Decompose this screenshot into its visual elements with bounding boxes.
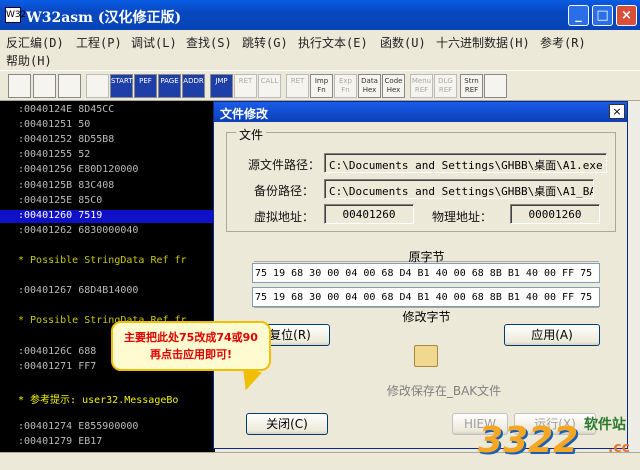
data-hex-icon[interactable]: Data Hex [358,74,381,98]
modified-bytes-field[interactable]: 75 19 68 30 00 04 00 68 D4 B1 40 00 68 8… [252,287,600,307]
menu-ref-icon[interactable]: Menu REF [410,74,433,98]
vertical-scrollbar[interactable] [628,101,640,452]
dialog-title: 文件修改 [214,102,627,122]
listing-line[interactable]: :0040124E 8D45CC [0,104,215,117]
listing-line[interactable]: :00401255 52 [0,149,215,162]
dialog-close-button[interactable]: × [609,104,625,119]
save-icon[interactable] [33,74,56,98]
menu-functions[interactable]: 函数(U) [380,34,426,51]
page-icon[interactable]: PAGE [158,74,181,98]
virtual-address-field[interactable]: 00401260 [324,204,414,224]
physical-address-field[interactable]: 00001260 [510,204,600,224]
site-watermark: 3322 软件站 .cc [478,412,638,468]
file-modify-dialog: 文件修改 × 文件 源文件路径： C:\Documents and Settin… [213,101,628,449]
listing-line[interactable]: :00401267 68D4B14000 [0,285,215,298]
file-group-label: 文件 [236,126,267,143]
instruction-callout: 主要把此处75改成74或90 再点击应用即可! [111,321,271,371]
listing-line[interactable] [0,240,215,253]
listing-line[interactable] [0,376,215,389]
backup-path-field[interactable]: C:\Documents and Settings\GHBB\桌面\A1_BAK… [324,179,594,199]
jmp-icon[interactable]: JMP [210,74,233,98]
listing-line[interactable]: :00401262 6830000040 [0,225,215,238]
window-title: W32asm (汉化修正版) [26,10,182,26]
listing-line[interactable]: * Possible StringData Ref fr [0,255,215,268]
physical-address-label: 物理地址： [432,210,493,224]
listing-line[interactable] [0,406,215,419]
code-hex-icon[interactable]: Code Hex [382,74,405,98]
goto-icon[interactable] [86,74,109,98]
menu-refs[interactable]: 参考(R) [540,34,586,51]
exp-icon[interactable]: Exp Fn [334,74,357,98]
listing-line[interactable]: :00401252 8D55B8 [0,134,215,147]
close-button[interactable]: × [616,5,637,26]
folder-icon [414,345,438,367]
source-path-field[interactable]: C:\Documents and Settings\GHBB\桌面\A1.exe [324,153,607,173]
listing-line[interactable]: :0040125B 83C408 [0,180,215,193]
menu-search[interactable]: 查找(S) [186,34,232,51]
open-icon[interactable] [8,74,31,98]
printer-icon[interactable] [484,74,507,98]
listing-line[interactable]: :0040125E 85C0 [0,195,215,208]
menu-debug[interactable]: 调试(L) [131,34,177,51]
print-icon[interactable] [58,74,81,98]
callout-line-2: 再点击应用即可! [149,348,233,361]
menu-project[interactable]: 工程(P) [76,34,122,51]
listing-line[interactable]: :00401274 E855900000 [0,421,215,434]
app-icon: W32 [5,7,26,23]
save-location-label: 修改保存在_BAK文件 [386,384,502,398]
modified-bytes-label: 修改字节 [254,307,599,324]
listing-line[interactable]: :00401256 E80D120000 [0,164,215,177]
listing-line[interactable]: * 参考提示: user32.MessageBo [0,391,215,406]
toolbar: START PEF PAGE ADDR JMP RET CALL RET Imp Fn Exp F… [0,70,640,101]
original-bytes-label: 原字节 [254,248,599,264]
ret2-icon[interactable]: RET [286,74,309,98]
start-icon[interactable]: START [110,74,133,98]
maximize-button[interactable]: □ [592,5,613,26]
listing-line[interactable] [0,270,215,283]
addr-icon[interactable]: ADDR [182,74,205,98]
backup-path-label: 备份路径： [254,184,315,198]
watermark-text: 软件站 [584,417,626,433]
disassembly-listing[interactable]: :0040124E 8D45CC :00401251 50 :00401252 8D… [0,101,215,452]
imp-icon[interactable]: Imp Fn [310,74,333,98]
watermark-number: 3322 [478,420,579,461]
original-bytes-field[interactable]: 75 19 68 30 00 04 00 68 D4 B1 40 00 68 8… [252,263,600,283]
listing-line[interactable]: :00401251 50 [0,119,215,132]
menu-goto[interactable]: 跳转(G) [242,34,288,51]
watermark-suffix: .cc [608,440,630,456]
source-path-label: 源文件路径： [248,158,321,172]
close-dialog-button[interactable]: 关闭(C) [246,413,328,435]
virtual-address-label: 虚拟地址： [254,210,315,224]
pef-icon[interactable]: PEF [134,74,157,98]
call-icon[interactable]: CALL [258,74,281,98]
strn-ref-icon[interactable]: Strn REF [460,74,483,98]
title-bar: W32 W32asm (汉化修正版) _ □ × [0,0,640,30]
listing-line[interactable]: :00401260 7519 [0,209,215,223]
apply-button[interactable]: 应用(A) [504,324,600,346]
minimize-button[interactable]: _ [568,5,589,26]
callout-line-1: 主要把此处75改成74或90 [124,331,258,344]
listing-line[interactable]: :00401279 EB17 [0,436,215,449]
listing-line[interactable] [0,300,215,313]
menu-help[interactable]: 帮助(H) [6,52,52,69]
menu-execute-text[interactable]: 执行文本(E) [298,34,368,51]
dlg-ref-icon[interactable]: DLG REF [434,74,457,98]
menu-hex-data[interactable]: 十六进制数据(H) [436,34,530,51]
ret-icon[interactable]: RET [234,74,257,98]
menu-disassemble[interactable]: 反汇编(D) [6,34,64,51]
menu-bar: 反汇编(D) 工程(P) 调试(L) 查找(S) 跳转(G) 执行文本(E) 函… [0,30,640,70]
